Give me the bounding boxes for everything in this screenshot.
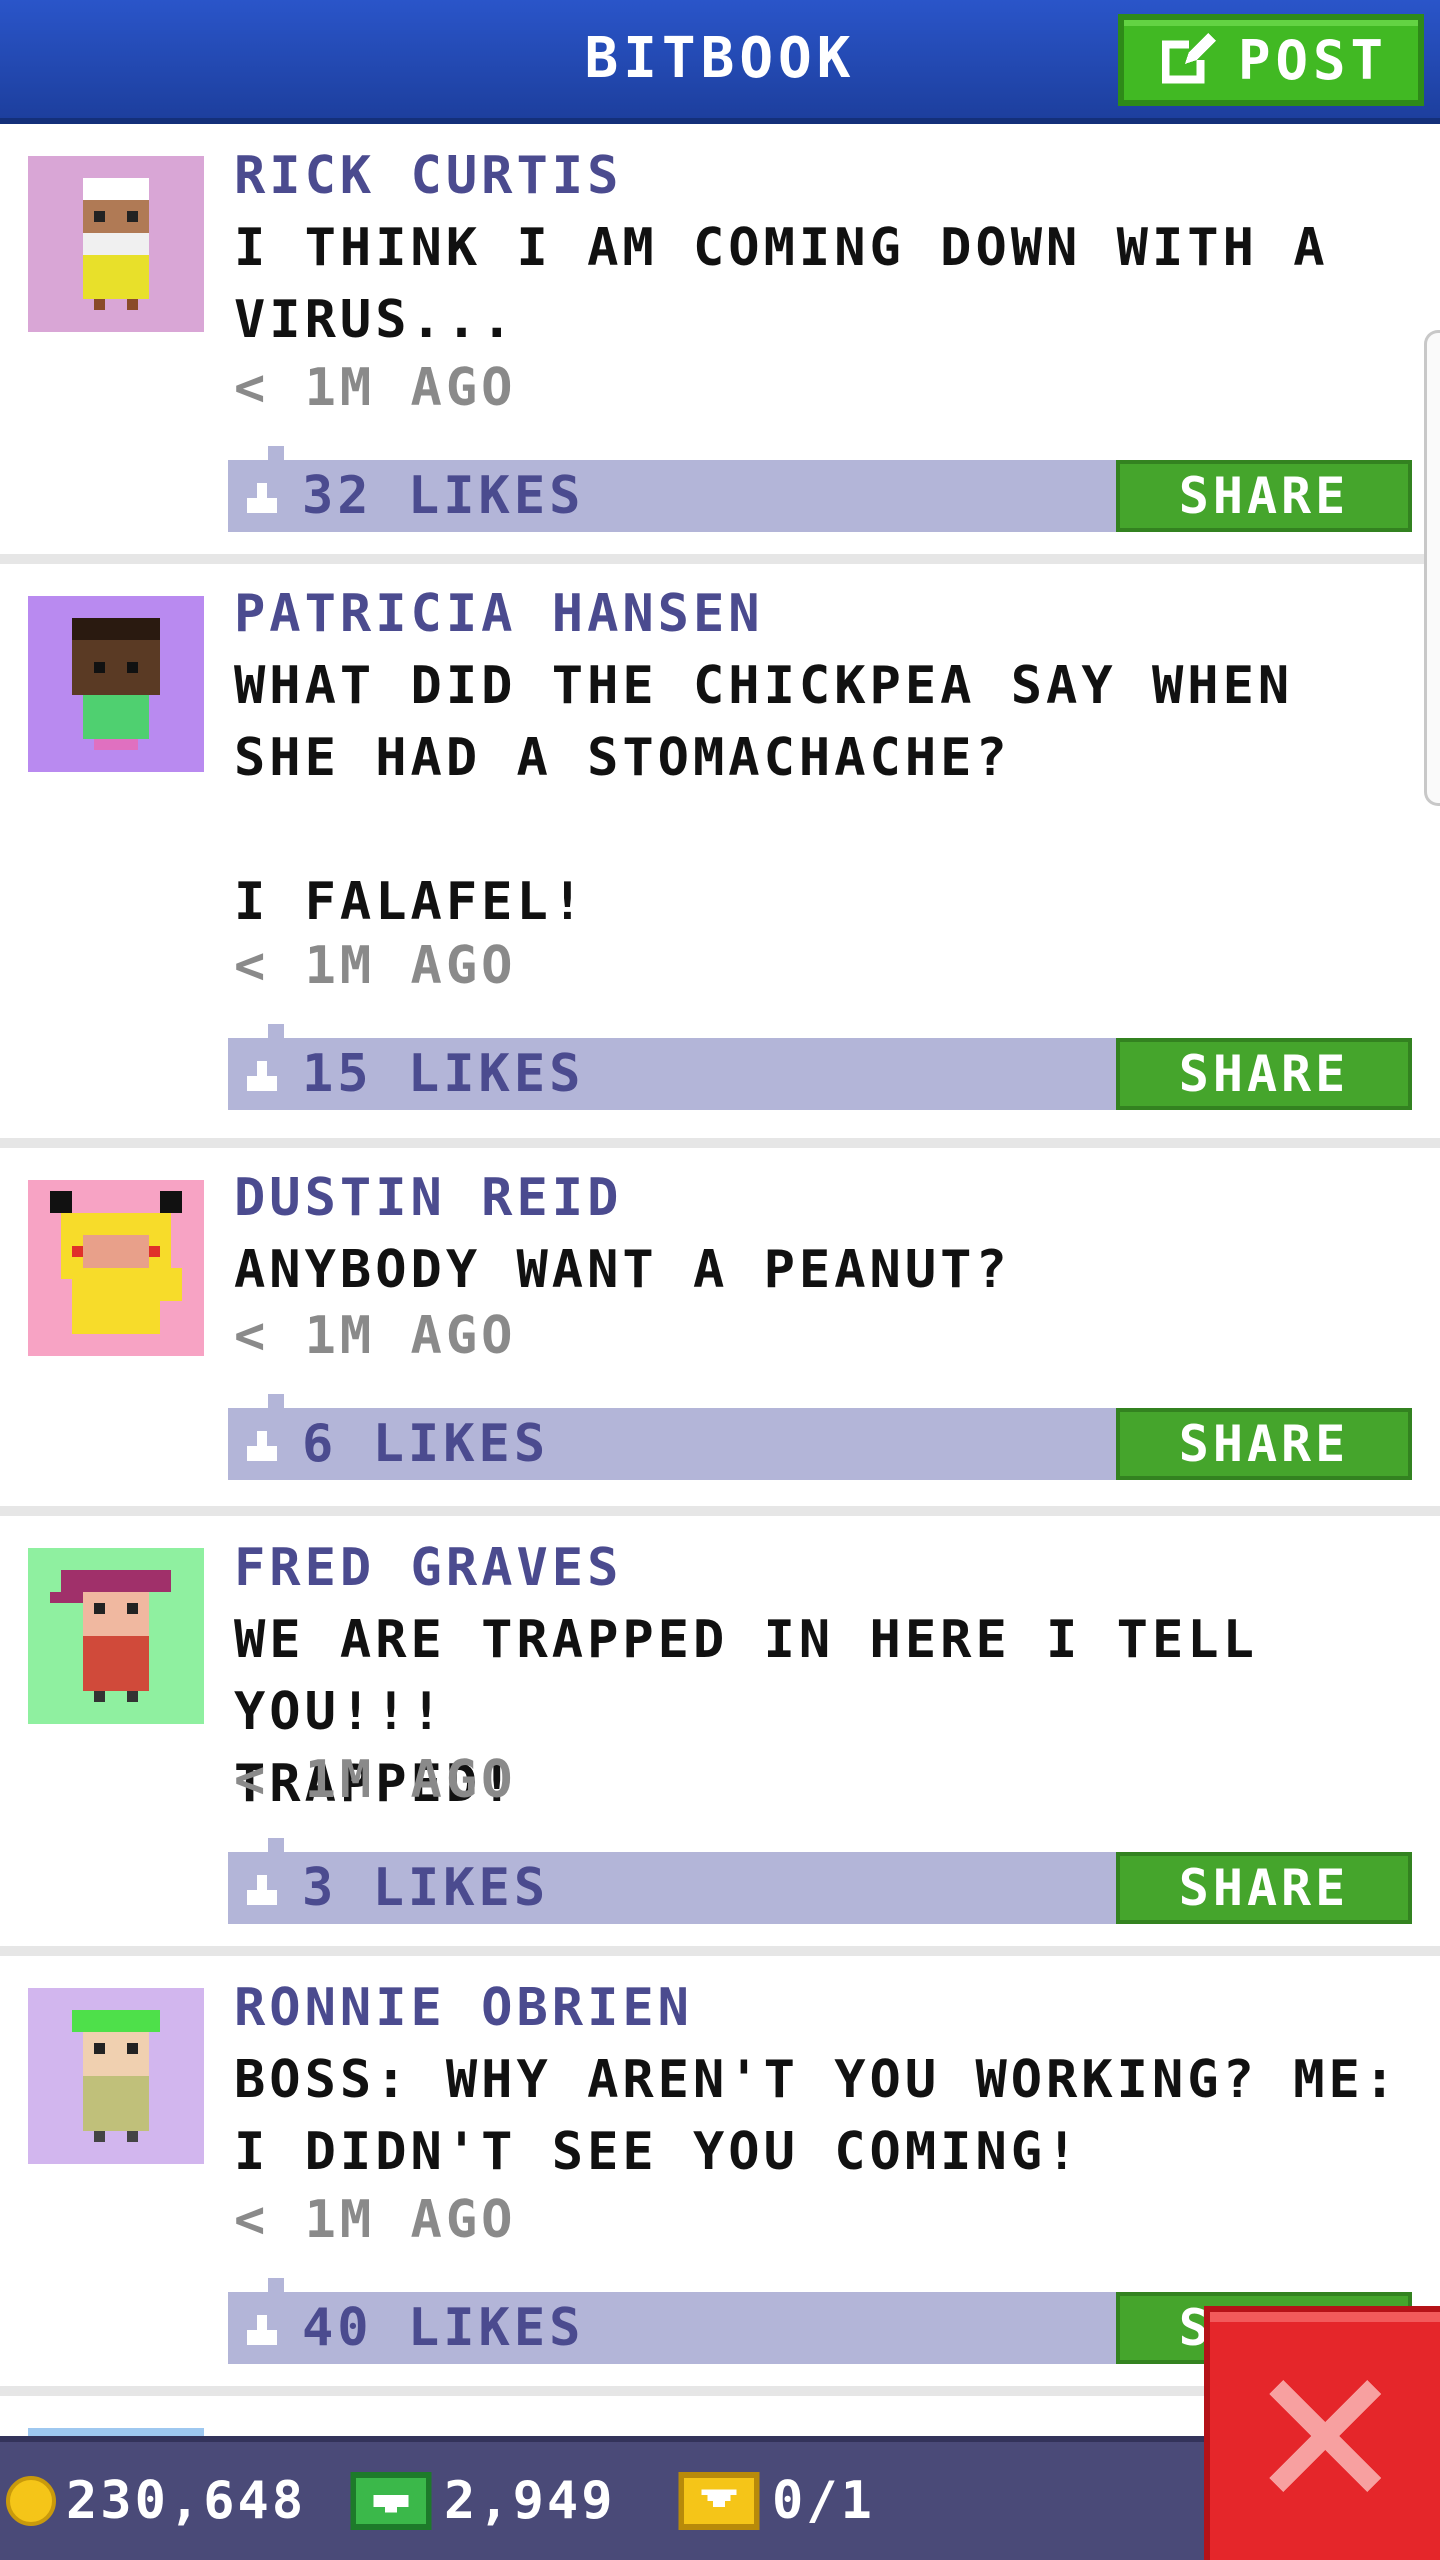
share-button[interactable]: SHARE (1116, 460, 1412, 532)
like-bar[interactable]: 3 LIKES SHARE (228, 1838, 1412, 1924)
like-count: 6 LIKES (302, 1414, 550, 1474)
coins-stat: 230,648 (6, 2442, 306, 2560)
thumbs-up-icon (247, 1061, 277, 1091)
share-button[interactable]: SHARE (1116, 1038, 1412, 1110)
person-avatar-icon (28, 156, 204, 332)
post-text: WHAT DID THE CHICKPEA SAY WHEN SHE HAD A… (234, 656, 1294, 932)
bux-stat: 2,949 (348, 2442, 616, 2560)
coins-value: 230,648 (66, 2471, 307, 2531)
post-button[interactable]: POST (1118, 14, 1424, 106)
share-button[interactable]: SHARE (1116, 1408, 1412, 1480)
like-count: 3 LIKES (302, 1858, 550, 1918)
thumbs-up-icon (247, 2315, 277, 2345)
like-bar[interactable]: 15 LIKES SHARE (228, 1024, 1412, 1110)
person-avatar-icon (28, 1180, 204, 1356)
post-author[interactable]: RICK CURTIS (234, 144, 622, 208)
thumbs-up-icon (247, 483, 277, 513)
avatar[interactable] (28, 596, 204, 772)
post-timestamp: < 1M AGO (234, 358, 517, 418)
feed-post: PATRICIA HANSEN WHAT DID THE CHICKPEA SA… (0, 564, 1440, 1148)
like-bar[interactable]: 6 LIKES SHARE (228, 1394, 1412, 1480)
avatar[interactable] (28, 1988, 204, 2164)
feed-post: RICK CURTIS I THINK I AM COMING DOWN WIT… (0, 124, 1440, 564)
like-bar[interactable]: 32 LIKES SHARE (228, 446, 1412, 532)
post-text: I THINK I AM COMING DOWN WITH A VIRUS... (234, 218, 1329, 350)
tickets-value: 0/1 (772, 2471, 875, 2531)
share-button[interactable]: SHARE (1116, 1852, 1412, 1924)
tickets-stat: 0/1 (676, 2442, 875, 2560)
scroll-indicator[interactable] (1424, 330, 1440, 806)
post-timestamp: < 1M AGO (234, 1750, 517, 1810)
compose-icon (1161, 32, 1216, 84)
post-timestamp: < 1M AGO (234, 1306, 517, 1366)
feed-post: FRED GRAVES WE ARE TRAPPED IN HERE I TEL… (0, 1516, 1440, 1956)
coin-icon (6, 2476, 56, 2526)
avatar[interactable] (28, 1180, 204, 1356)
post-author[interactable]: RONNIE OBRIEN (234, 1976, 693, 2040)
like-count: 32 LIKES (302, 466, 585, 526)
avatar[interactable] (28, 2428, 204, 2436)
feed-post: DUSTIN REID ANYBODY WANT A PEANUT? < 1M … (0, 1148, 1440, 1516)
person-avatar-icon (28, 596, 204, 772)
post-author[interactable]: DUSTIN REID (234, 1166, 622, 1230)
person-avatar-icon (28, 1548, 204, 1724)
like-count: 15 LIKES (302, 1044, 585, 1104)
top-bar: BITBOOK POST (0, 0, 1440, 124)
bux-icon (350, 2472, 432, 2530)
ticket-icon (678, 2472, 760, 2530)
post-timestamp: < 1M AGO (234, 936, 517, 996)
post-author[interactable]: FRED GRAVES (234, 1536, 622, 1600)
post-timestamp: < 1M AGO (234, 2190, 517, 2250)
avatar[interactable] (28, 156, 204, 332)
thumbs-up-icon (247, 1875, 277, 1905)
person-avatar-icon (28, 1988, 204, 2164)
close-button[interactable] (1204, 2306, 1440, 2560)
thumbs-up-icon (247, 1431, 277, 1461)
bux-value: 2,949 (444, 2471, 616, 2531)
avatar[interactable] (28, 1548, 204, 1724)
post-author[interactable]: PATRICIA HANSEN (234, 582, 764, 646)
post-button-label: POST (1237, 28, 1389, 92)
like-count: 40 LIKES (302, 2298, 585, 2358)
post-text: BOSS: WHY AREN'T YOU WORKING? ME: I DIDN… (234, 2050, 1400, 2182)
post-text: ANYBODY WANT A PEANUT? (234, 1240, 1011, 1300)
post-feed[interactable]: RICK CURTIS I THINK I AM COMING DOWN WIT… (0, 124, 1440, 2436)
close-icon (1269, 2380, 1381, 2492)
